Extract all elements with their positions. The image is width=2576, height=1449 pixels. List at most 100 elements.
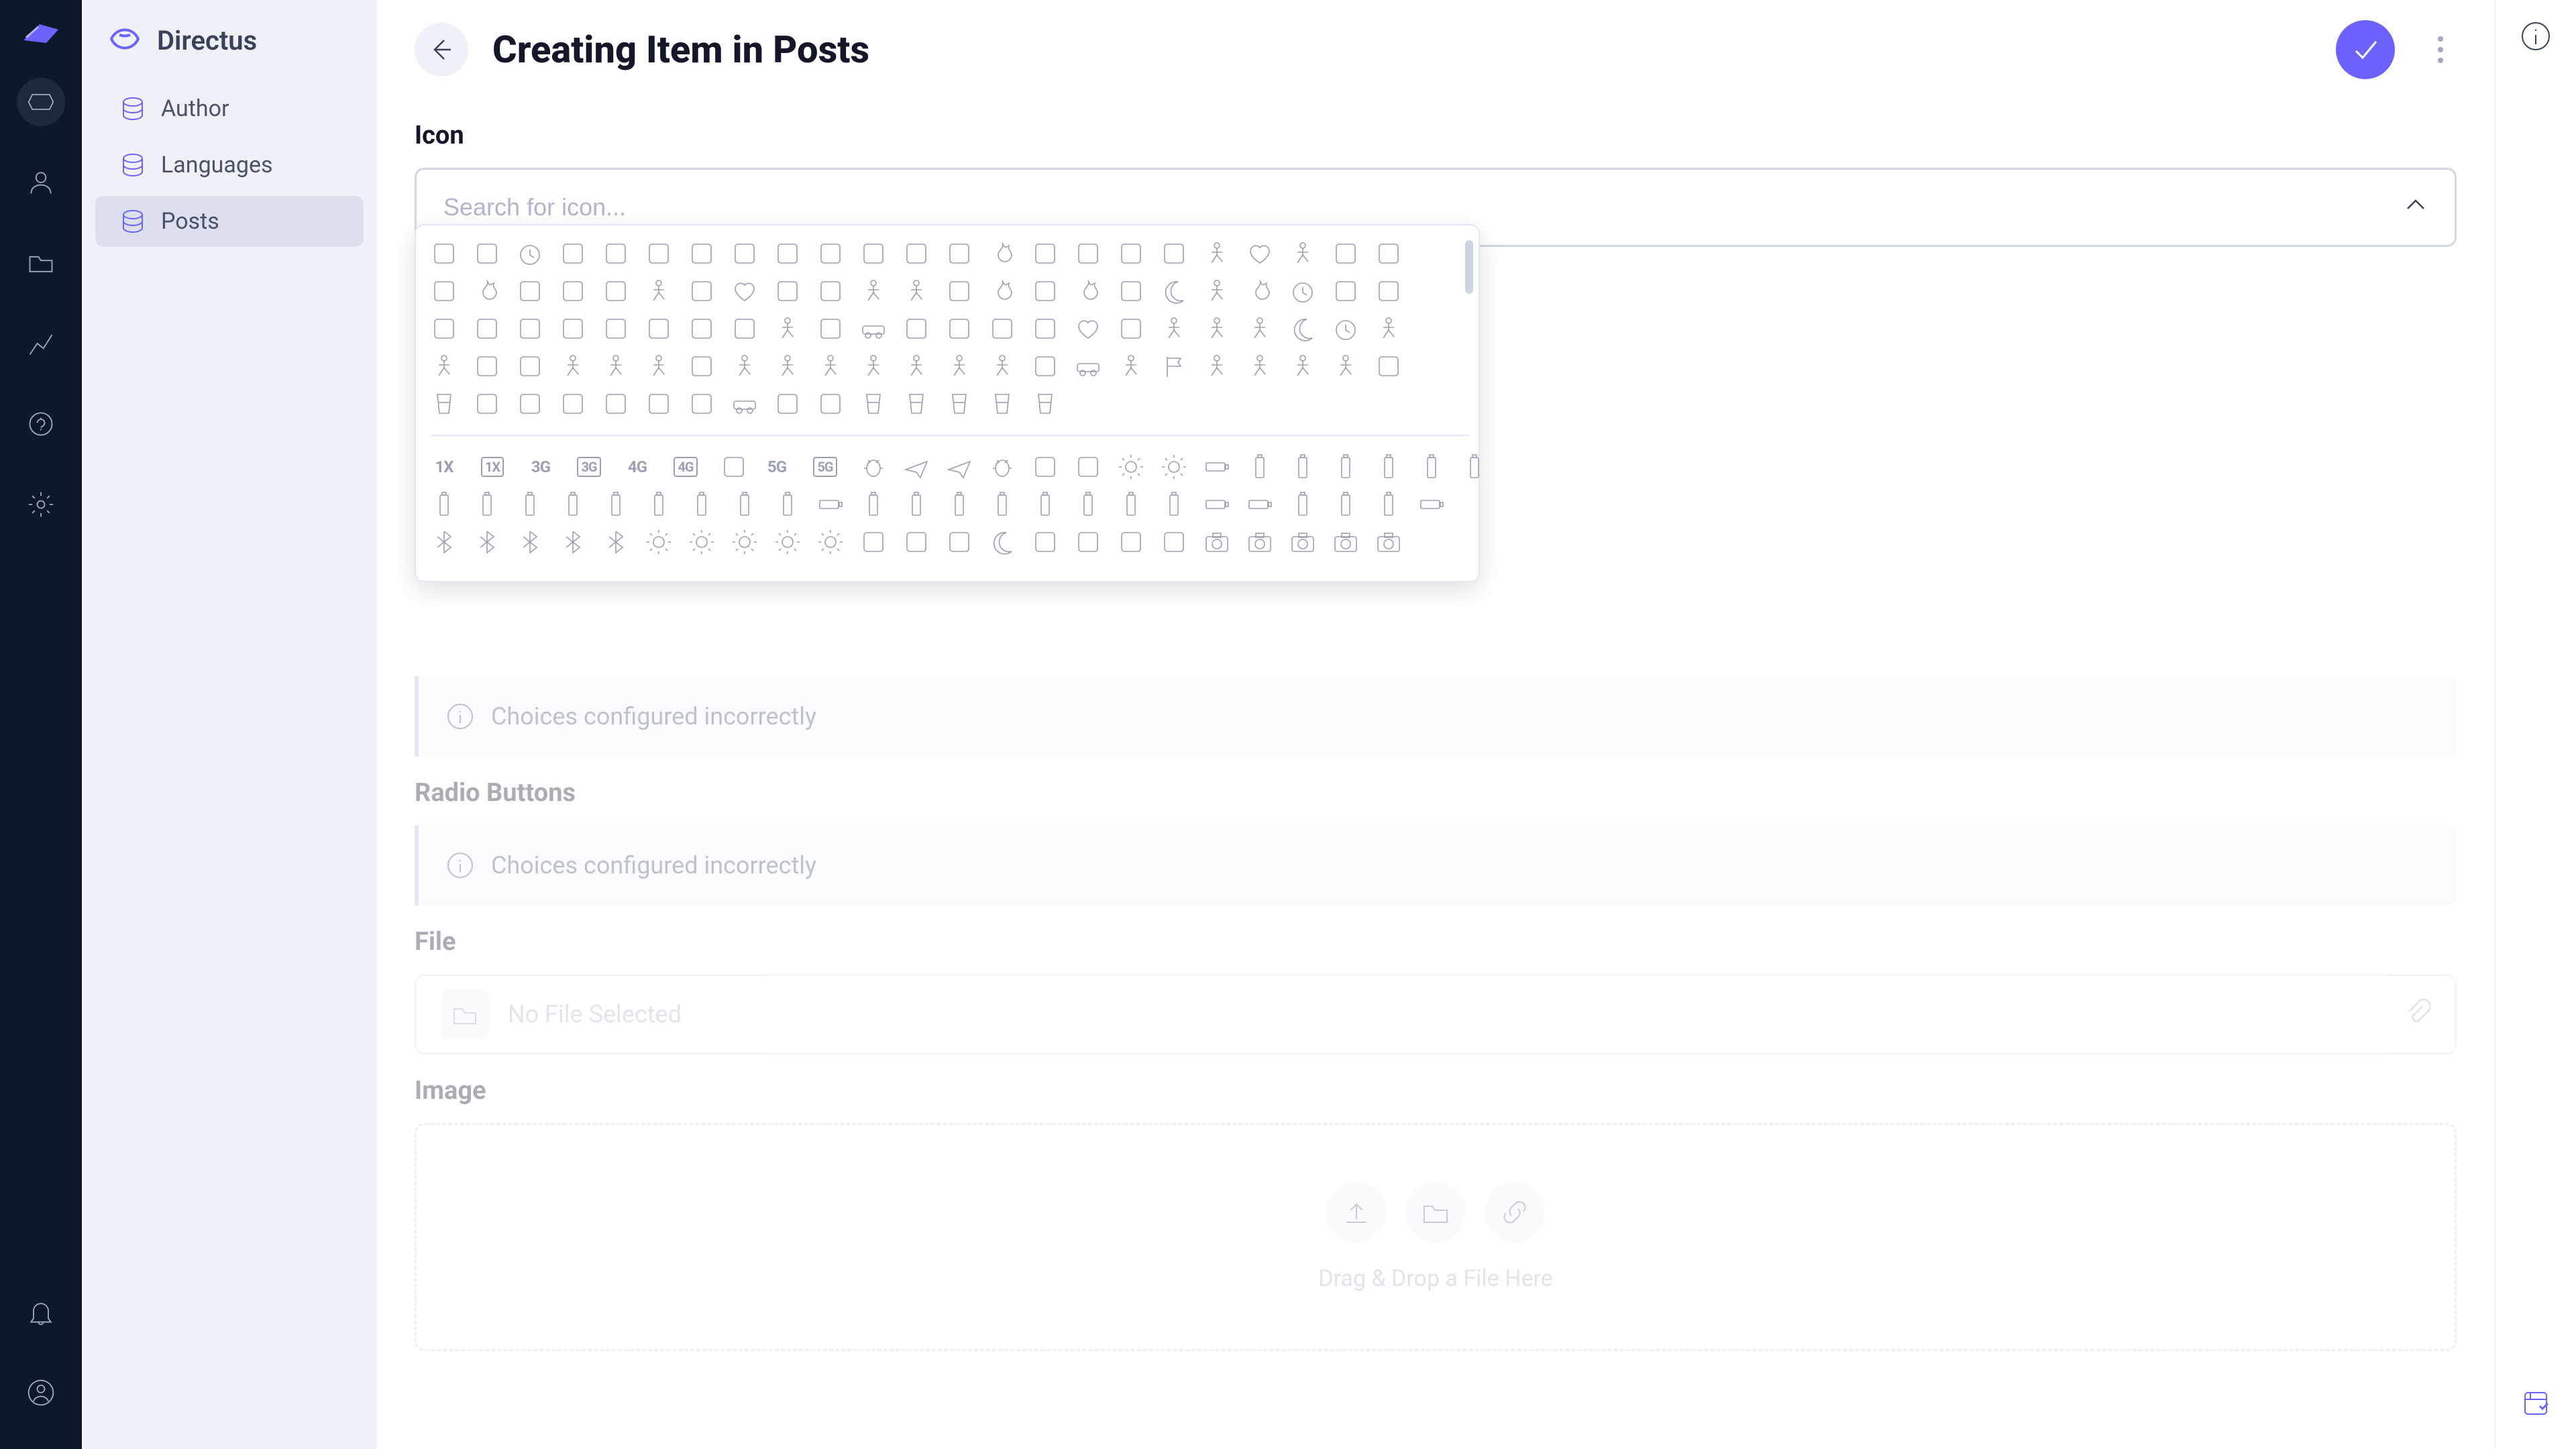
bug-icon[interactable] xyxy=(860,453,887,480)
rail-collections[interactable] xyxy=(17,78,65,126)
camera-multi-icon[interactable] xyxy=(1375,529,1402,555)
info-drawer-toggle[interactable] xyxy=(2520,20,2552,55)
rugby-icon[interactable] xyxy=(1118,353,1144,380)
paperclip-icon[interactable] xyxy=(2404,998,2430,1031)
scrollbar-thumb[interactable] xyxy=(1465,240,1473,294)
4g-icon[interactable]: 4G xyxy=(624,453,651,480)
plug-icon[interactable] xyxy=(431,240,458,267)
yoga-icon[interactable] xyxy=(903,278,930,305)
gamepad-icon[interactable] xyxy=(688,353,715,380)
fan-icon[interactable] xyxy=(774,390,801,417)
glass-empty-icon[interactable] xyxy=(989,390,1016,417)
moon-alt-icon[interactable] xyxy=(989,529,1016,555)
battery-l-icon[interactable] xyxy=(989,491,1016,518)
eye-icon[interactable] xyxy=(517,353,543,380)
running-icon[interactable] xyxy=(1375,315,1402,342)
battery-g-icon[interactable] xyxy=(774,491,801,518)
water-icon[interactable] xyxy=(1032,390,1059,417)
battery-m-icon[interactable] xyxy=(1032,491,1059,518)
paint-icon[interactable] xyxy=(731,315,758,342)
soccer-icon[interactable] xyxy=(1203,353,1230,380)
swap-icon[interactable] xyxy=(860,529,887,555)
bounding-box-icon[interactable] xyxy=(1032,240,1059,267)
rail-notifications[interactable] xyxy=(17,1288,65,1336)
battery-b-icon[interactable] xyxy=(559,491,586,518)
walking-icon[interactable] xyxy=(431,353,458,380)
bluetooth-on-icon[interactable] xyxy=(431,529,458,555)
rail-users[interactable] xyxy=(17,158,65,207)
brightness-auto-icon[interactable] xyxy=(817,529,844,555)
1x-icon[interactable]: 1X xyxy=(431,453,458,480)
accessible-forward-icon[interactable] xyxy=(774,315,801,342)
tablet-rotate-icon[interactable] xyxy=(559,278,586,305)
rail-insights[interactable] xyxy=(17,319,65,368)
sledding-icon[interactable] xyxy=(1332,353,1359,380)
storm-icon[interactable] xyxy=(1375,353,1402,380)
battery-f-icon[interactable] xyxy=(731,491,758,518)
battery-v-2-icon[interactable] xyxy=(1332,453,1359,480)
battery-h-icon[interactable] xyxy=(817,491,844,518)
browse-folder-button[interactable] xyxy=(1405,1182,1466,1242)
robot-icon[interactable] xyxy=(860,240,887,267)
campfire-icon[interactable] xyxy=(989,240,1016,267)
walk-icon[interactable] xyxy=(645,278,672,305)
thermometer-up-icon[interactable] xyxy=(645,390,672,417)
person-circle-icon[interactable] xyxy=(474,315,500,342)
truck-icon[interactable] xyxy=(860,315,887,342)
4g-boxed-icon[interactable]: 4G xyxy=(667,453,704,480)
icon-search-input[interactable] xyxy=(443,193,2404,221)
golf-icon[interactable] xyxy=(774,353,801,380)
battery-o-icon[interactable] xyxy=(1118,491,1144,518)
battery-c-icon[interactable] xyxy=(602,491,629,518)
record-icon[interactable] xyxy=(1161,529,1187,555)
url-button[interactable] xyxy=(1485,1182,1545,1242)
finish-flag-icon[interactable] xyxy=(1161,353,1187,380)
glass-half-icon[interactable] xyxy=(946,390,973,417)
battery-n-icon[interactable] xyxy=(1075,491,1102,518)
face-icon[interactable] xyxy=(1032,278,1059,305)
megaphone-icon[interactable] xyxy=(946,240,973,267)
plane-icon[interactable] xyxy=(903,453,930,480)
chevron-up-icon[interactable] xyxy=(2404,193,2428,223)
battery-j-icon[interactable] xyxy=(903,491,930,518)
heart-pulse-icon[interactable] xyxy=(1246,240,1273,267)
basketball-icon[interactable] xyxy=(602,353,629,380)
photo-plus-icon[interactable] xyxy=(1075,278,1102,305)
clock-icon[interactable] xyxy=(1289,278,1316,305)
battery-eco-icon[interactable] xyxy=(1375,491,1402,518)
battery-e-icon[interactable] xyxy=(688,491,715,518)
battery-wide-0-icon[interactable] xyxy=(1203,491,1230,518)
handball-icon[interactable] xyxy=(860,353,887,380)
inbox-icon[interactable] xyxy=(774,278,801,305)
run-icon[interactable] xyxy=(1203,315,1230,342)
brightness-1-icon[interactable] xyxy=(645,529,672,555)
briefcase-icon[interactable] xyxy=(817,240,844,267)
seat-icon[interactable] xyxy=(559,315,586,342)
tickets-icon[interactable] xyxy=(1075,240,1102,267)
tennis-icon[interactable] xyxy=(1246,353,1273,380)
brightness-high-icon[interactable] xyxy=(1161,453,1187,480)
people-arrows-icon[interactable] xyxy=(1118,278,1144,305)
battery-i-icon[interactable] xyxy=(860,491,887,518)
trowel-icon[interactable] xyxy=(1332,240,1359,267)
5g-icon[interactable]: 5G xyxy=(763,453,790,480)
brightness-3-icon[interactable] xyxy=(731,529,758,555)
battery-6-icon[interactable] xyxy=(431,491,458,518)
bluetooth-car-icon[interactable] xyxy=(559,529,586,555)
weight-icon[interactable] xyxy=(688,278,715,305)
meditate-icon[interactable] xyxy=(1161,315,1187,342)
battery-d-icon[interactable] xyxy=(645,491,672,518)
hand-raised-icon[interactable] xyxy=(1289,240,1316,267)
battery-wide-full-icon[interactable] xyxy=(1418,491,1445,518)
thermometer-down-icon[interactable] xyxy=(688,390,715,417)
battery-7-icon[interactable] xyxy=(474,491,500,518)
5g-boxed-icon[interactable]: 5G xyxy=(806,453,844,480)
ufo-icon[interactable] xyxy=(1375,278,1402,305)
more-menu-button[interactable] xyxy=(2424,20,2457,79)
1x-boxed-icon[interactable]: 1X xyxy=(474,453,511,480)
flash-icon[interactable] xyxy=(946,529,973,555)
brightness-low-icon[interactable] xyxy=(1118,453,1144,480)
activity-drawer-toggle[interactable] xyxy=(2520,1387,2552,1422)
airport-icon[interactable] xyxy=(946,315,973,342)
battery-h-0-icon[interactable] xyxy=(1203,453,1230,480)
